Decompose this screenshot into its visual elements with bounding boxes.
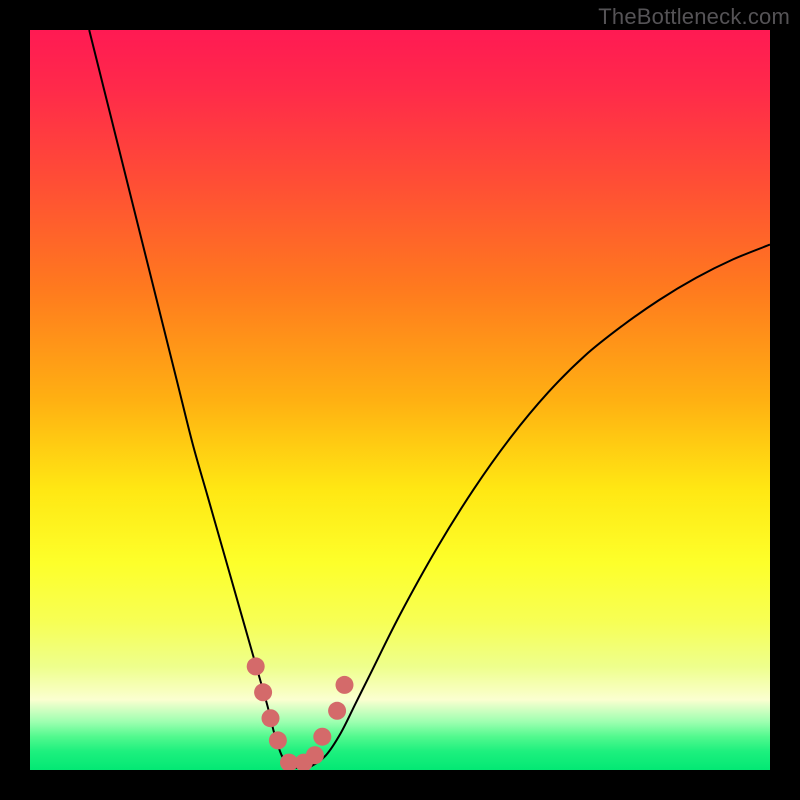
highlight-markers — [247, 657, 354, 770]
chart-frame: TheBottleneck.com — [0, 0, 800, 800]
plot-area — [30, 30, 770, 770]
marker-dot — [269, 731, 287, 749]
marker-dot — [313, 728, 331, 746]
bottleneck-curve — [89, 30, 770, 768]
marker-dot — [262, 709, 280, 727]
marker-dot — [336, 676, 354, 694]
watermark-label: TheBottleneck.com — [598, 4, 790, 30]
marker-dot — [328, 702, 346, 720]
marker-dot — [247, 657, 265, 675]
marker-dot — [254, 683, 272, 701]
marker-dot — [306, 746, 324, 764]
curve-layer — [30, 30, 770, 770]
